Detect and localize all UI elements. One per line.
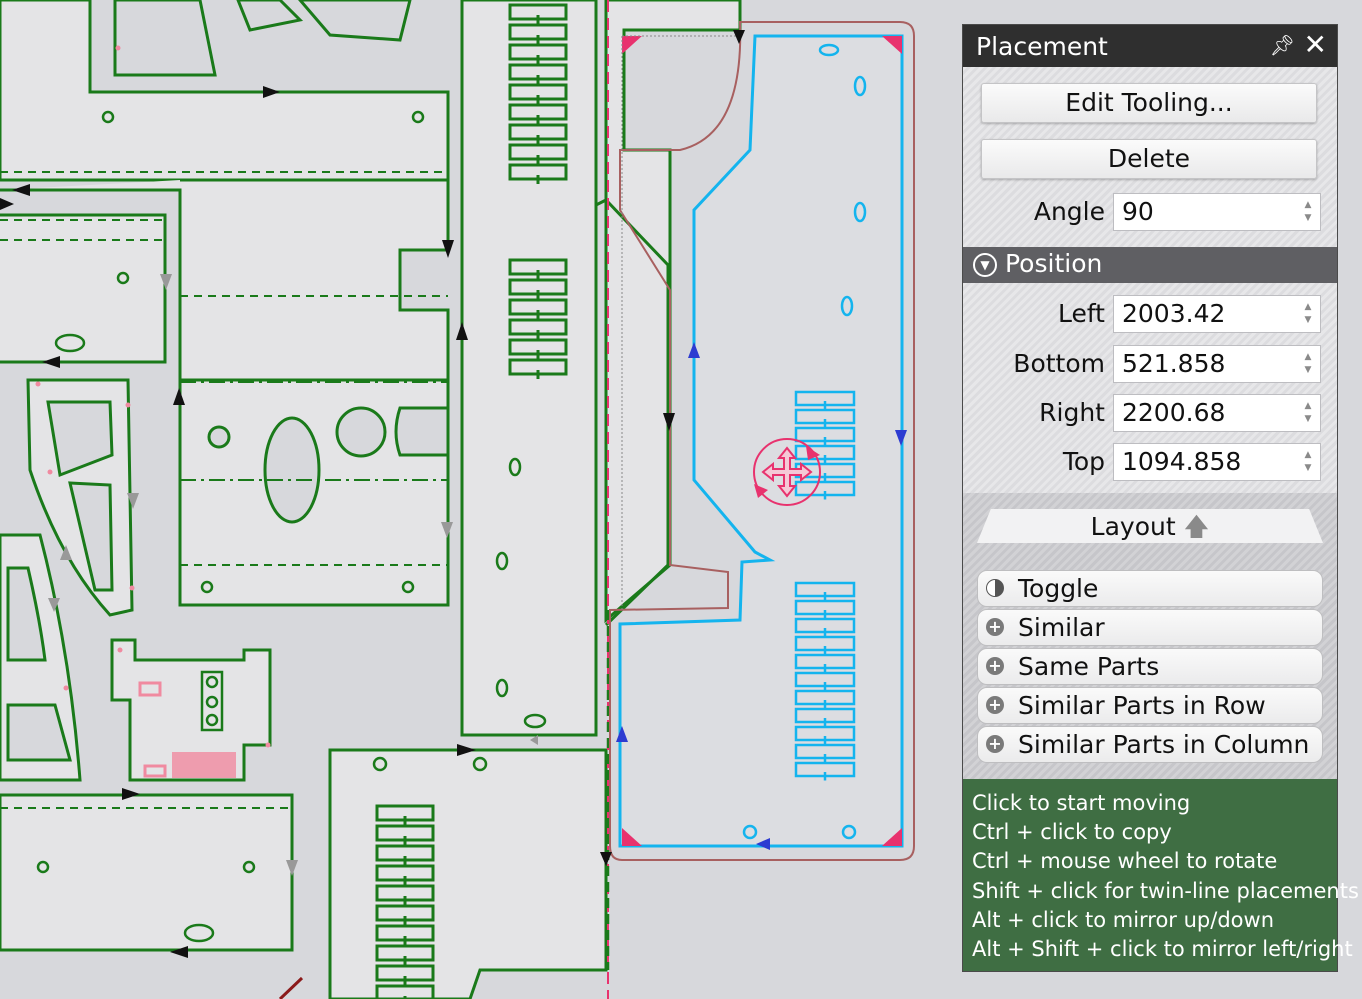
panel-title: Placement [976,32,1108,61]
top-field[interactable]: 1094.858 ▲ ▼ [1113,443,1321,481]
option-toggle[interactable]: Toggle [977,570,1323,607]
tip-line: Alt + click to mirror up/down [972,907,1274,932]
right-value: 2200.68 [1122,398,1226,427]
spin-arrows-icon[interactable]: ▲ ▼ [1302,449,1314,475]
position-section: Left 2003.42 ▲ ▼ Bottom 521.858 ▲ ▼ Right … [963,283,1337,493]
panel-titlebar: Placement 📌︎ ✕ [963,25,1337,67]
position-section-header[interactable]: ▼ Position [963,247,1337,283]
tooling-section: Edit Tooling... Delete Angle 90 ▲ ▼ [963,67,1337,247]
move-rotate-cursor-icon [753,438,821,506]
arrow-up-icon: 🡅︎ [1183,512,1210,541]
right-field[interactable]: 2200.68 ▲ ▼ [1113,394,1321,432]
bottom-value: 521.858 [1122,349,1226,378]
top-value: 1094.858 [1122,447,1242,476]
plus-icon: + [986,657,1004,675]
pin-icon[interactable]: 📌︎ [1270,33,1295,57]
spin-arrows-icon[interactable]: ▲ ▼ [1302,351,1314,377]
spin-arrows-icon[interactable]: ▲ ▼ [1302,400,1314,426]
spin-arrows-icon[interactable]: ▲ ▼ [1302,301,1314,327]
option-similar-parts-in-row[interactable]: + Similar Parts in Row [977,687,1323,724]
layout-label: Layout [1090,512,1176,541]
option-label: Same Parts [1018,652,1160,681]
position-header-label: Position [1005,249,1103,278]
right-label: Right [1039,398,1105,427]
layout-section: Layout 🡅︎ Toggle + Similar + Same Parts … [963,493,1337,779]
help-tips: Click to start moving Ctrl + click to co… [963,779,1359,971]
option-similar-parts-in-column[interactable]: + Similar Parts in Column [977,726,1323,763]
option-label: Similar Parts in Row [1018,691,1266,720]
angle-value: 90 [1122,197,1154,226]
plus-icon: + [986,735,1004,753]
delete-button[interactable]: Delete [981,139,1317,179]
spin-arrows-icon[interactable]: ▲ ▼ [1302,199,1314,225]
option-label: Toggle [1018,574,1099,603]
close-icon[interactable]: ✕ [1304,28,1327,61]
tip-line: Click to start moving [972,791,1191,815]
tip-line: Ctrl + mouse wheel to rotate [972,849,1278,874]
plus-icon: + [986,618,1004,636]
edit-tooling-button[interactable]: Edit Tooling... [981,83,1317,123]
option-label: Similar Parts in Column [1018,730,1310,759]
layout-tab[interactable]: Layout 🡅︎ [977,509,1323,543]
left-value: 2003.42 [1122,299,1226,328]
layout-options-list: Toggle + Similar + Same Parts + Similar … [977,570,1323,764]
left-label: Left [1057,299,1105,328]
tip-line: Shift + click for twin-line placements [972,878,1359,903]
angle-field[interactable]: 90 ▲ ▼ [1113,193,1321,231]
placement-panel: Placement 📌︎ ✕ Edit Tooling... Delete An… [962,24,1359,972]
option-label: Similar [1018,613,1105,642]
option-similar[interactable]: + Similar [977,609,1323,646]
top-label: Top [1062,447,1105,476]
tip-line: Alt + Shift + click to mirror left/right [972,937,1353,962]
collapse-chevron-icon: ▼ [973,253,997,277]
half-circle-icon [986,579,1004,597]
bottom-field[interactable]: 521.858 ▲ ▼ [1113,345,1321,383]
option-same-parts[interactable]: + Same Parts [977,648,1323,685]
left-field[interactable]: 2003.42 ▲ ▼ [1113,295,1321,333]
angle-label: Angle [1033,197,1105,226]
tip-line: Ctrl + click to copy [972,820,1172,845]
bottom-label: Bottom [1013,349,1105,378]
plus-icon: + [986,696,1004,714]
